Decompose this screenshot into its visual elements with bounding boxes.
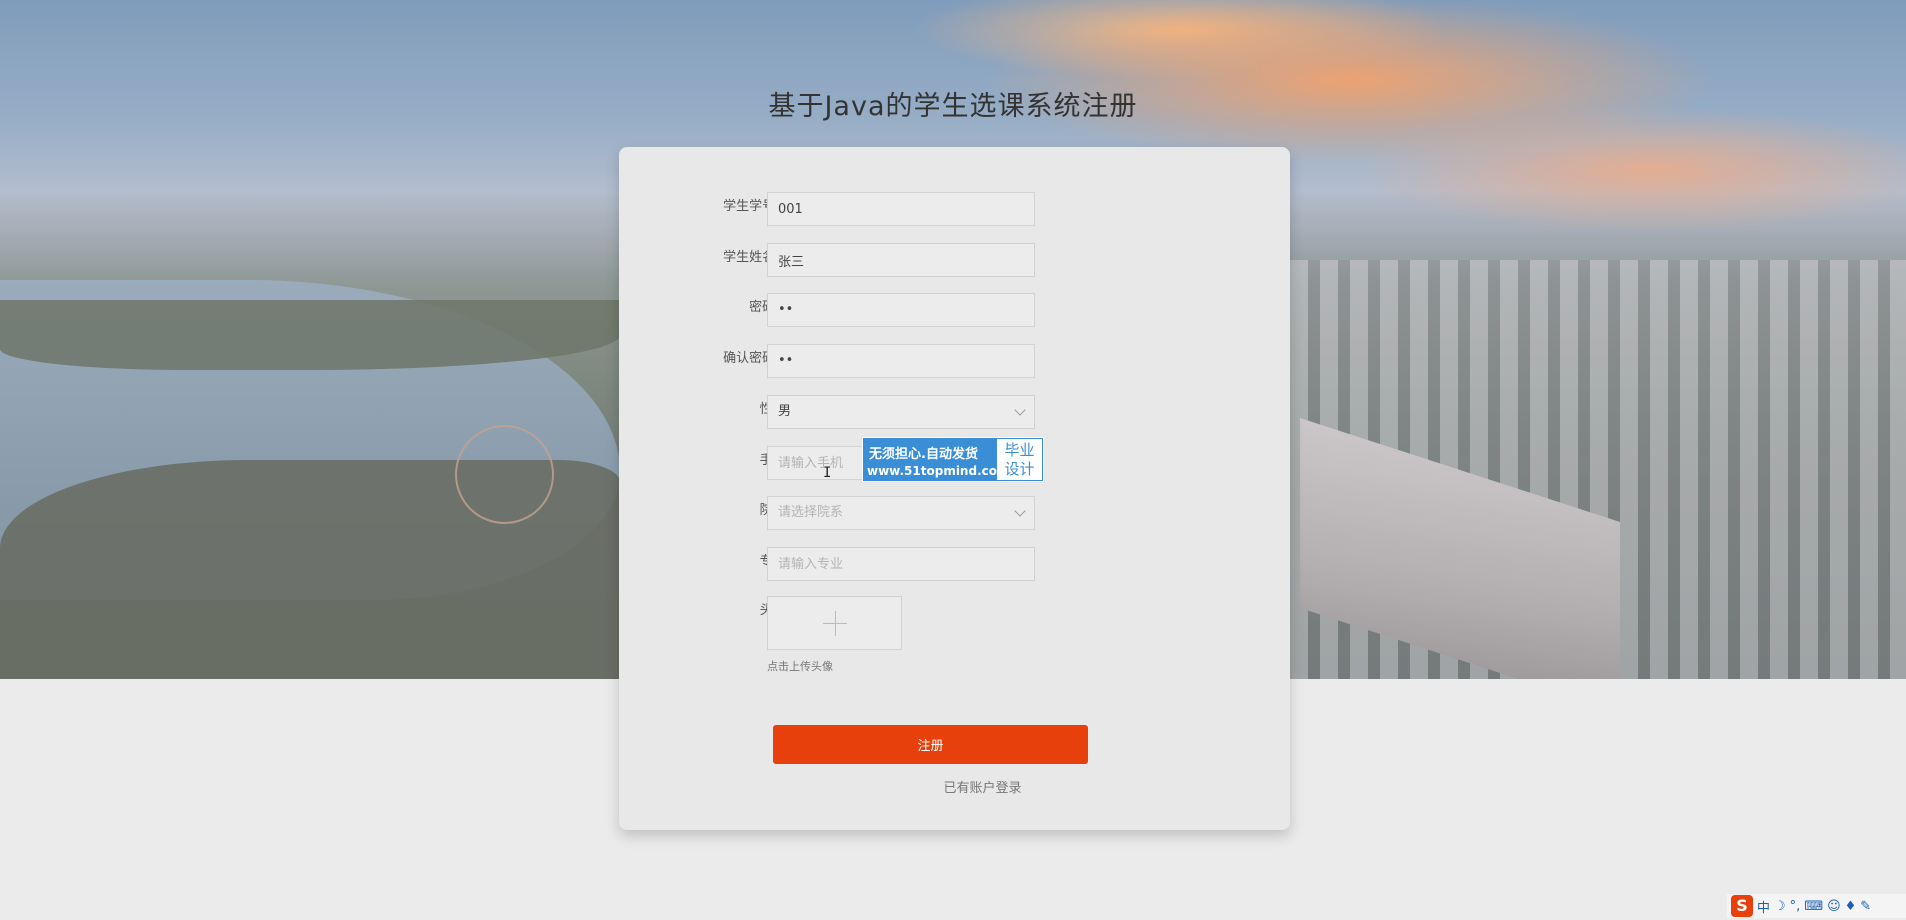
wrench-icon[interactable]: ✎	[1860, 899, 1871, 914]
avatar-hint: 点击上传头像	[767, 660, 833, 673]
user-icon[interactable]: ☺	[1827, 899, 1841, 914]
sogou-logo-icon[interactable]: S	[1731, 895, 1753, 917]
confirm-password-input[interactable]: ••	[767, 344, 1035, 378]
login-link[interactable]: 已有账户登录	[943, 781, 1021, 796]
row-major: 专业:	[619, 547, 1290, 583]
department-placeholder: 请选择院系	[778, 505, 844, 520]
department-select[interactable]: 请选择院系	[767, 496, 1035, 530]
shirt-icon[interactable]: ♦	[1845, 899, 1857, 914]
text-cursor-icon: I	[823, 465, 832, 481]
student-name-input[interactable]	[767, 243, 1035, 277]
row-student-name: 学生姓名:*	[619, 243, 1290, 279]
ime-mode[interactable]: 中	[1757, 897, 1770, 916]
register-button[interactable]: 注册	[773, 725, 1088, 764]
moon-icon[interactable]: ☽	[1774, 899, 1786, 914]
ime-toolbar: S 中 ☽ °, ⌨ ☺ ♦ ✎	[1727, 894, 1906, 918]
keyboard-icon[interactable]: ⌨	[1804, 899, 1823, 914]
page-title: 基于Java的学生选课系统注册	[768, 91, 1138, 122]
student-id-input[interactable]	[767, 192, 1035, 226]
promo-tag: 毕业 设计	[997, 439, 1042, 480]
promo-line1: 无须担心.自动发货	[869, 447, 978, 462]
gender-value: 男	[778, 404, 792, 419]
row-department: 院系: 请选择院系	[619, 496, 1290, 532]
row-student-id: 学生学号:*	[619, 192, 1290, 228]
punctuation-icon[interactable]: °,	[1790, 899, 1801, 914]
password-input[interactable]: ••	[767, 293, 1035, 327]
login-link-row: 已有账户登录	[619, 777, 1290, 796]
chevron-down-icon	[1014, 404, 1026, 416]
register-card: 学生学号:* 学生姓名:* 密码:* •• 确认密码:* •• 性别: 男 手机…	[619, 147, 1290, 830]
chevron-down-icon	[1014, 505, 1026, 517]
gender-select[interactable]: 男	[767, 395, 1035, 429]
promo-overlay[interactable]: 无须担心.自动发货 www.51topmind.com 毕业 设计	[862, 437, 1044, 482]
row-password: 密码:* ••	[619, 293, 1290, 329]
major-input[interactable]	[767, 547, 1035, 581]
row-avatar: 头像: 点击上传头像	[619, 596, 1290, 686]
avatar-upload[interactable]	[767, 596, 902, 650]
row-confirm-password: 确认密码:* ••	[619, 344, 1290, 380]
promo-line2: www.51topmind.com	[867, 464, 1010, 478]
row-gender: 性别: 男	[619, 395, 1290, 431]
